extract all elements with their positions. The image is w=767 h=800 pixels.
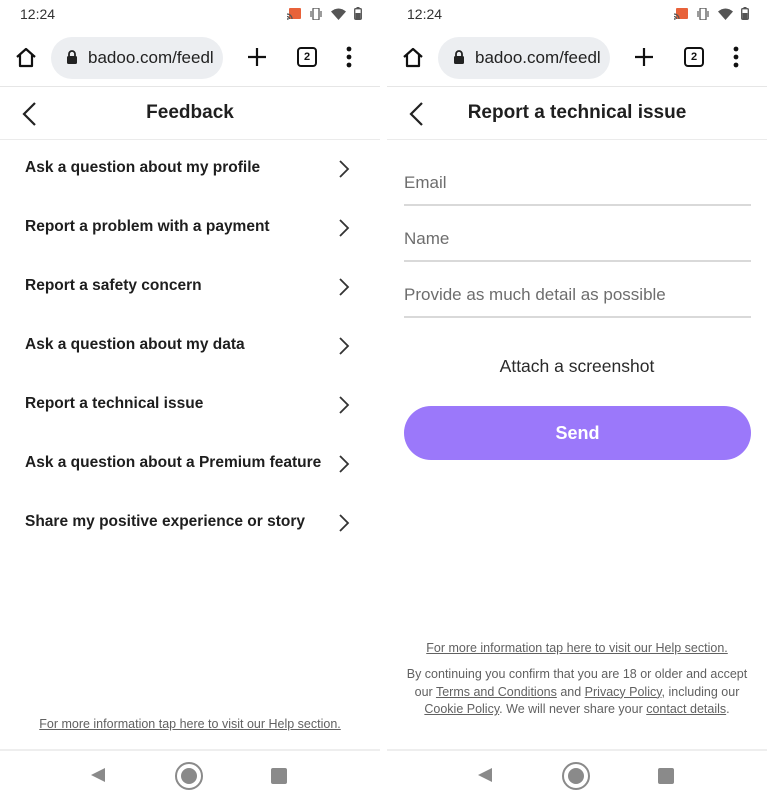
list-item-data-question[interactable]: Ask a question about my data (0, 317, 380, 376)
system-nav-bar (0, 749, 380, 800)
legal-text: . We will never share your (499, 702, 647, 716)
list-item-profile-question[interactable]: Ask a question about my profile (0, 140, 380, 199)
list-item-payment-problem[interactable]: Report a problem with a payment (0, 199, 380, 258)
browser-toolbar: badoo.com/feedl 2 (387, 30, 767, 87)
legal-text: and (556, 684, 585, 699)
help-section-link[interactable]: For more information tap here to visit o… (0, 717, 380, 731)
list-item-positive-story[interactable]: Share my positive experience or story (0, 494, 380, 553)
tabs-count-button[interactable]: 2 (684, 47, 704, 67)
url-text: badoo.com/feedl (88, 48, 214, 67)
lock-icon (66, 50, 78, 64)
list-item-label: Ask a question about a Premium feature (25, 454, 322, 471)
send-button[interactable]: Send (404, 406, 751, 460)
attach-screenshot-button[interactable]: Attach a screenshot (387, 356, 767, 377)
chevron-right-icon (338, 277, 350, 297)
list-item-label: Ask a question about my data (25, 336, 245, 353)
status-time: 12:24 (407, 6, 443, 22)
status-time: 12:24 (20, 6, 56, 22)
page-title: Feedback (146, 102, 234, 123)
list-item-label: Ask a question about my profile (25, 159, 261, 176)
list-item-label: Report a safety concern (25, 277, 202, 294)
home-icon[interactable] (14, 46, 38, 70)
battery-icon (741, 7, 749, 25)
chevron-right-icon (338, 159, 350, 179)
more-vert-icon[interactable] (344, 45, 354, 69)
chevron-right-icon (338, 336, 350, 356)
battery-icon (354, 7, 362, 25)
legal-notice: By continuing you confirm that you are 1… (401, 666, 753, 719)
chevron-right-icon (338, 454, 350, 474)
vibrate-icon (309, 7, 323, 25)
nav-recents-icon[interactable] (271, 768, 287, 784)
report-technical-issue-screen: 12:24 badoo.com/feedl 2 Report a technic… (387, 0, 767, 800)
url-bar[interactable]: badoo.com/feedl (51, 37, 223, 79)
new-tab-plus-icon[interactable] (245, 45, 269, 69)
list-item-premium-question[interactable]: Ask a question about a Premium feature (0, 435, 380, 494)
cast-icon (286, 7, 301, 25)
page-header: Report a technical issue (387, 88, 767, 140)
cast-icon (673, 7, 688, 25)
email-field[interactable] (404, 162, 751, 206)
system-nav-bar (387, 749, 767, 800)
name-field[interactable] (404, 218, 751, 262)
vibrate-icon (696, 7, 710, 25)
list-item-label: Report a problem with a payment (25, 218, 270, 235)
nav-back-icon[interactable] (477, 767, 493, 788)
tabs-count-button[interactable]: 2 (297, 47, 317, 67)
nav-home-icon[interactable] (561, 761, 591, 791)
chevron-right-icon (338, 218, 350, 238)
url-bar[interactable]: badoo.com/feedl (438, 37, 610, 79)
more-vert-icon[interactable] (731, 45, 741, 69)
url-text: badoo.com/feedl (475, 48, 601, 67)
contact-details-link[interactable]: contact details (646, 702, 726, 716)
terms-link[interactable]: Terms and Conditions (436, 685, 557, 699)
new-tab-plus-icon[interactable] (632, 45, 656, 69)
feedback-screen: 12:24 badoo.com/feedl 2 Feedback Ask a q… (0, 0, 380, 800)
nav-home-icon[interactable] (174, 761, 204, 791)
chevron-right-icon (338, 395, 350, 415)
cookie-policy-link[interactable]: Cookie Policy (424, 702, 499, 716)
list-item-safety-concern[interactable]: Report a safety concern (0, 258, 380, 317)
chevron-right-icon (338, 513, 350, 533)
help-section-link[interactable]: For more information tap here to visit o… (387, 641, 767, 655)
wifi-icon (331, 7, 346, 25)
list-item-technical-issue[interactable]: Report a technical issue (0, 376, 380, 435)
nav-back-icon[interactable] (90, 767, 106, 788)
browser-toolbar: badoo.com/feedl 2 (0, 30, 380, 87)
nav-recents-icon[interactable] (658, 768, 674, 784)
detail-field[interactable] (404, 274, 751, 318)
legal-text: , including our (661, 684, 740, 699)
legal-text: . (726, 702, 730, 716)
privacy-policy-link[interactable]: Privacy Policy (585, 685, 662, 699)
list-item-label: Share my positive experience or story (25, 513, 305, 530)
page-title: Report a technical issue (467, 102, 687, 123)
status-bar: 12:24 (0, 0, 380, 30)
page-header: Feedback (0, 88, 380, 140)
wifi-icon (718, 7, 733, 25)
feedback-options-list: Ask a question about my profile Report a… (0, 140, 380, 553)
list-item-label: Report a technical issue (25, 395, 204, 412)
status-bar: 12:24 (387, 0, 767, 30)
home-icon[interactable] (401, 46, 425, 70)
lock-icon (453, 50, 465, 64)
